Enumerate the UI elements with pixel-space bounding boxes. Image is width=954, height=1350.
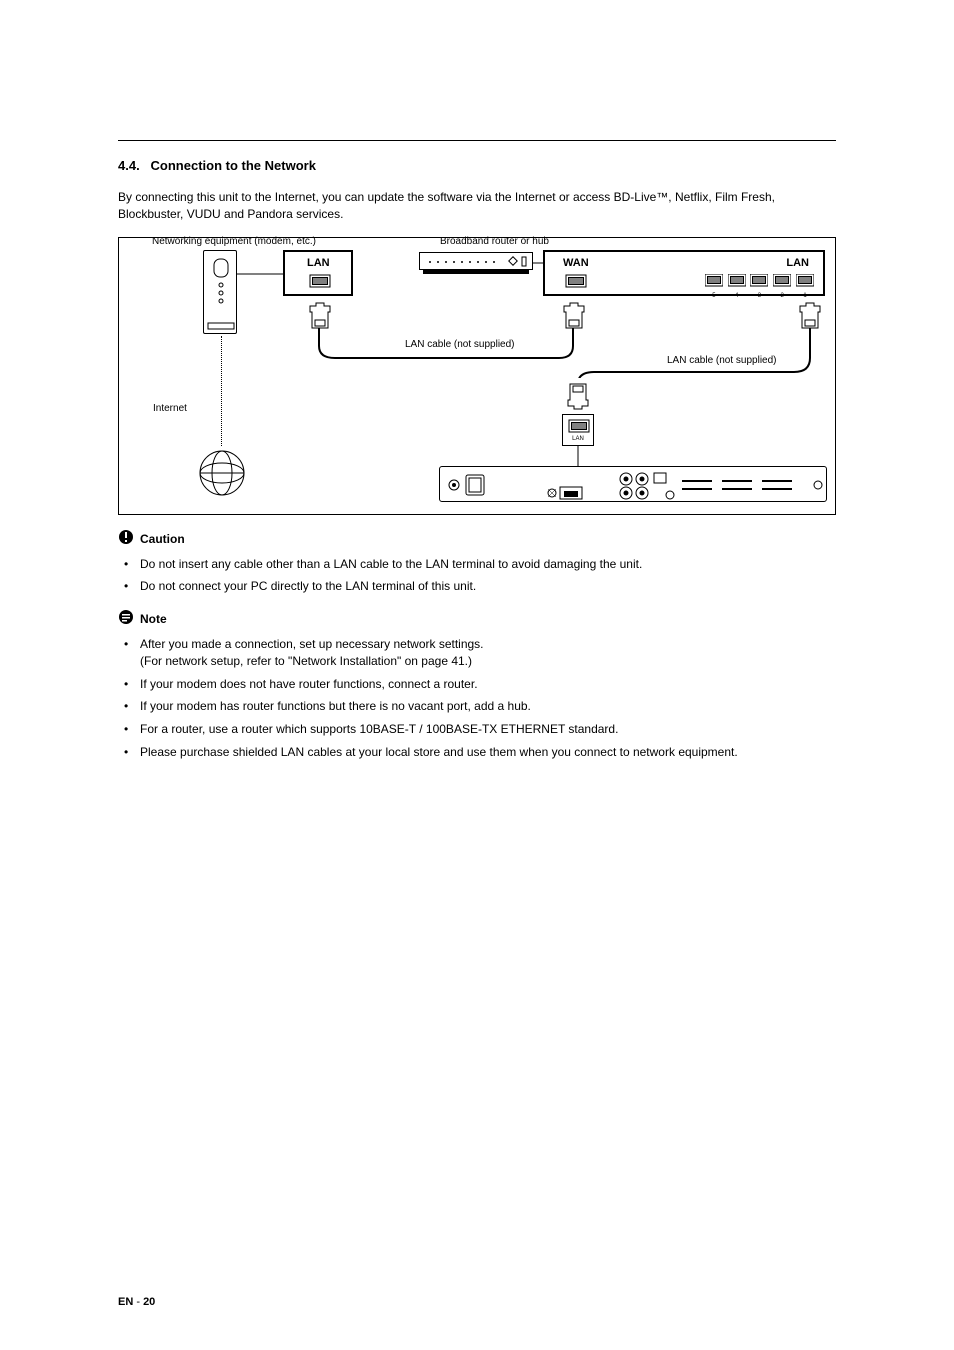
note-icon [118, 609, 134, 630]
router-lan-label: LAN [786, 256, 809, 271]
ethernet-port-icon: 5 [705, 274, 723, 292]
caution-heading: Caution [140, 531, 185, 548]
unit-rear-panel [439, 466, 827, 502]
modem-icon [204, 251, 238, 335]
list-item: After you made a connection, set up nece… [118, 636, 836, 670]
unit-lan-label: LAN [563, 435, 593, 443]
callout-line [577, 446, 579, 466]
list-item: If your modem has router functions but t… [118, 698, 836, 715]
list-item: Do not insert any cable other than a LAN… [118, 556, 836, 573]
list-item: Do not connect your PC directly to the L… [118, 578, 836, 595]
lan-port-row: 5 4 3 2 1 [704, 274, 815, 292]
lan-cable-label-1: LAN cable (not supplied) [405, 338, 515, 352]
router-hub-icon [419, 252, 533, 270]
section-title: 4.4. Connection to the Network [118, 157, 836, 175]
network-diagram: Internet LAN WAN LAN 5 4 [118, 237, 836, 515]
list-item: For a router, use a router which support… [118, 721, 836, 738]
section-number: 4.4. [118, 158, 140, 173]
globe-icon [197, 448, 247, 498]
intro-paragraph: By connecting this unit to the Internet,… [118, 189, 836, 223]
lan-cable-label-2: LAN cable (not supplied) [667, 354, 777, 368]
modem-lan-label: LAN [307, 256, 330, 271]
ethernet-port-icon: 4 [728, 274, 746, 292]
unit-lan-port-box: LAN [562, 414, 594, 446]
callout-line [237, 268, 283, 288]
footer-sep: - [133, 1296, 143, 1308]
list-item: If your modem does not have router funct… [118, 676, 836, 693]
callout-line [533, 258, 545, 268]
rj45-plug-icon [563, 302, 585, 330]
section-heading: Connection to the Network [151, 158, 316, 173]
ethernet-port-icon: 2 [773, 274, 791, 292]
router-base [423, 270, 529, 274]
modem-device [203, 250, 237, 334]
rj45-plug-icon [799, 302, 821, 330]
ethernet-port-icon: 3 [750, 274, 768, 292]
note-heading: Note [140, 611, 167, 628]
modem-lan-port-box: LAN [283, 250, 353, 296]
note-subline: (For network setup, refer to "Network In… [140, 654, 472, 668]
router-port-box: WAN LAN 5 4 3 2 1 [543, 250, 825, 296]
dotted-line [221, 336, 222, 446]
caution-icon [118, 529, 134, 550]
caution-list: Do not insert any cable other than a LAN… [118, 556, 836, 596]
rj45-plug-icon [309, 302, 331, 330]
ethernet-port-icon [309, 274, 331, 297]
rj45-plug-icon [567, 382, 589, 410]
note-list: After you made a connection, set up nece… [118, 636, 836, 761]
ethernet-port-icon: 1 [796, 274, 814, 292]
footer-page: 20 [143, 1296, 155, 1308]
cable-line [574, 328, 820, 378]
wan-label: WAN [563, 256, 589, 271]
page-footer: EN - 20 [118, 1295, 155, 1310]
ethernet-port-icon [565, 274, 587, 297]
footer-lang: EN [118, 1296, 133, 1308]
internet-label: Internet [153, 402, 187, 416]
list-item: Please purchase shielded LAN cables at y… [118, 744, 836, 761]
